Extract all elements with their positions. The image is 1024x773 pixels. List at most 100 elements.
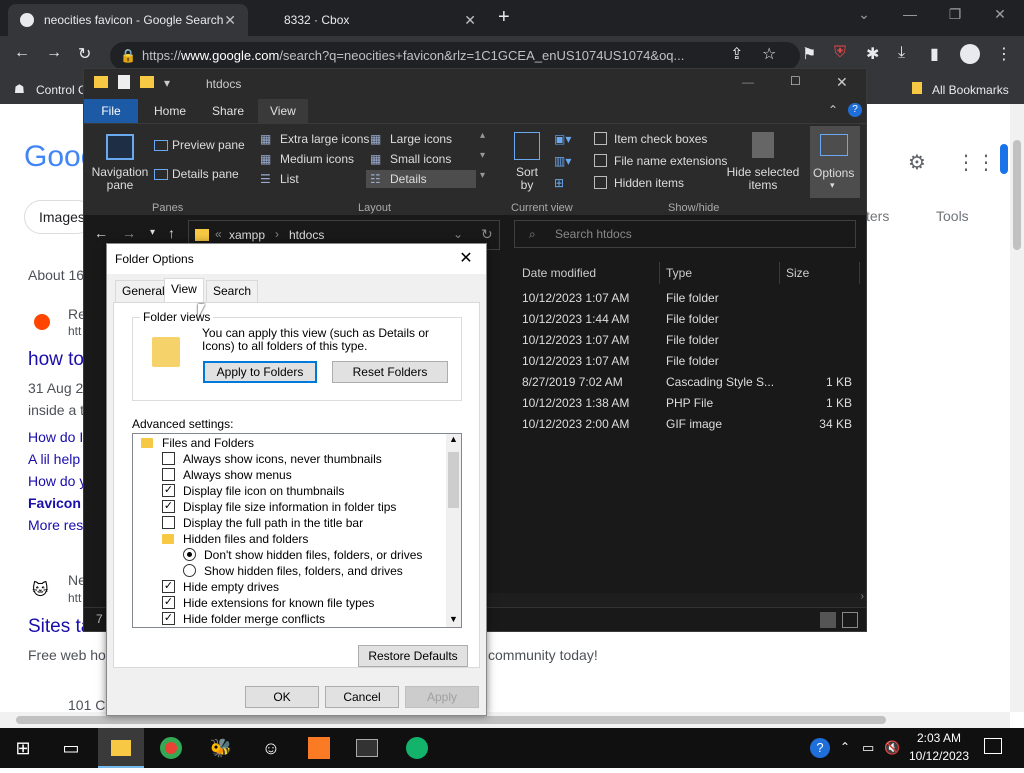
checkbox[interactable]: [162, 452, 175, 465]
terminal-taskbar-icon[interactable]: [344, 728, 390, 768]
radio-button[interactable]: [183, 548, 196, 561]
close-tab-icon[interactable]: ✕: [224, 12, 236, 29]
network-icon[interactable]: ▭: [862, 740, 874, 756]
properties-icon[interactable]: [118, 75, 130, 89]
layout-medium-icons[interactable]: Medium icons: [280, 152, 354, 166]
settings-radio-option[interactable]: Don't show hidden files, folders, or dri…: [133, 547, 445, 563]
list-scrollbar[interactable]: ▲ ▼: [446, 434, 461, 627]
sublink[interactable]: How do I: [28, 429, 83, 445]
file-row[interactable]: 10/12/2023 1:07 AM File folder: [514, 288, 866, 309]
hidden-items-checkbox[interactable]: [594, 176, 607, 189]
scroll-thumb[interactable]: [448, 452, 459, 508]
tab-search[interactable]: Search: [206, 280, 259, 302]
tab-search-icon[interactable]: ⌄: [844, 6, 884, 23]
reset-folders-button[interactable]: Reset Folders: [332, 361, 448, 383]
layout-list[interactable]: List: [280, 172, 299, 186]
address-bar[interactable]: 🔒 https://www.google.com/search?q=neocit…: [110, 42, 800, 70]
reload-icon[interactable]: ↻: [78, 44, 91, 64]
group-by-icon[interactable]: ▣▾: [554, 132, 571, 146]
back-icon[interactable]: ←: [94, 225, 108, 241]
ribbon-tab-home[interactable]: Home: [142, 99, 198, 123]
flag-icon[interactable]: ⚑: [802, 44, 816, 64]
browser-tab-active[interactable]: neocities favicon - Google Search ✕: [8, 4, 248, 36]
layout-large-icons[interactable]: Large icons: [390, 132, 452, 146]
menu-icon[interactable]: ⋮: [996, 44, 1012, 64]
close-icon[interactable]: ✕: [452, 246, 480, 272]
details-view-icon[interactable]: [820, 612, 836, 628]
large-icons-view-icon[interactable]: [842, 612, 858, 628]
result-title[interactable]: how to: [28, 349, 84, 371]
profile-avatar[interactable]: [960, 44, 980, 64]
checkbox[interactable]: [162, 468, 175, 481]
add-columns-icon[interactable]: ▥▾: [554, 154, 571, 168]
apps-grid-icon[interactable]: ⋮⋮: [956, 150, 996, 175]
refresh-icon[interactable]: ↻: [481, 226, 493, 243]
sublink[interactable]: More res: [28, 517, 83, 533]
settings-checkbox-option[interactable]: Always show menus: [133, 467, 445, 483]
task-view-icon[interactable]: ▭: [48, 728, 94, 768]
chrome-taskbar-icon[interactable]: [148, 728, 194, 768]
file-row[interactable]: 10/12/2023 1:07 AM File folder: [514, 330, 866, 351]
settings-checkbox-option[interactable]: ✓ Hide extensions for known file types: [133, 595, 445, 611]
bookmark-star-icon[interactable]: ☆: [762, 44, 776, 64]
file-explorer-taskbar-icon[interactable]: [98, 728, 144, 768]
restore-icon[interactable]: ❐: [935, 6, 975, 23]
column-date-modified[interactable]: Date modified: [516, 262, 660, 284]
up-icon[interactable]: ↑: [168, 225, 175, 241]
sublink[interactable]: How do y: [28, 473, 86, 489]
windows-start-icon[interactable]: ⊞: [0, 728, 46, 768]
show-hidden-icons-icon[interactable]: ⌃: [840, 740, 850, 754]
apply-button[interactable]: Apply: [405, 686, 479, 708]
shield-extension-icon[interactable]: ⛨: [834, 44, 846, 62]
xampp-taskbar-icon[interactable]: [296, 728, 342, 768]
expand-gallery-icon[interactable]: ▾: [480, 170, 485, 181]
advanced-settings-list[interactable]: Files and Folders Always show icons, neve…: [132, 433, 462, 628]
scroll-thumb[interactable]: [1013, 140, 1021, 250]
forward-icon[interactable]: →: [46, 44, 62, 62]
layout-small-icons[interactable]: Small icons: [390, 152, 451, 166]
settings-checkbox-option[interactable]: ✓ Display file size information in folder…: [133, 499, 445, 515]
horizontal-scrollbar[interactable]: ›: [488, 591, 866, 607]
path-overflow-icon[interactable]: «: [215, 227, 222, 241]
extensions-icon[interactable]: ✱: [866, 44, 879, 64]
settings-checkbox-option[interactable]: ✓ Hide folder merge conflicts: [133, 611, 445, 627]
search-box[interactable]: ⌕ Search htdocs: [514, 220, 856, 248]
path-dropdown-icon[interactable]: ⌄: [453, 227, 463, 241]
item-check-boxes-label[interactable]: Item check boxes: [614, 132, 707, 146]
new-tab-button[interactable]: +: [498, 6, 510, 29]
close-window-icon[interactable]: ✕: [980, 6, 1020, 23]
clock-date[interactable]: 10/12/2023: [906, 749, 972, 763]
side-panel-icon[interactable]: ▮: [930, 44, 939, 64]
forward-icon[interactable]: →: [122, 225, 136, 241]
maximize-icon[interactable]: ☐: [790, 74, 801, 88]
restore-defaults-button[interactable]: Restore Defaults: [358, 645, 468, 667]
scroll-right-icon[interactable]: ›: [861, 591, 864, 602]
file-name-extensions-checkbox[interactable]: [594, 154, 607, 167]
close-icon[interactable]: ✕: [836, 74, 848, 91]
file-row[interactable]: 10/12/2023 1:44 AM File folder: [514, 309, 866, 330]
settings-checkbox-option[interactable]: ✓ Hide empty drives: [133, 579, 445, 595]
file-row[interactable]: 10/12/2023 1:38 AM PHP File 1 KB: [514, 393, 866, 414]
checkbox[interactable]: ✓: [162, 580, 175, 593]
sort-by-button[interactable]: Sort by: [512, 166, 542, 192]
ribbon-tab-view[interactable]: View: [258, 99, 308, 123]
apply-to-folders-button[interactable]: Apply to Folders: [203, 361, 317, 383]
breadcrumb-xampp[interactable]: xampp: [229, 228, 265, 242]
minimize-icon[interactable]: —: [742, 75, 754, 89]
help-icon[interactable]: ?: [848, 103, 862, 117]
sublink[interactable]: A lil help: [28, 451, 80, 467]
scroll-up-icon[interactable]: ▲: [449, 434, 458, 444]
settings-checkbox-option[interactable]: Always show icons, never thumbnails: [133, 451, 445, 467]
hide-selected-items-button[interactable]: Hide selected items: [724, 166, 802, 192]
share-icon[interactable]: ⇪: [730, 44, 743, 64]
scroll-thumb[interactable]: [16, 716, 886, 724]
navigation-pane-button[interactable]: Navigation pane: [90, 166, 150, 192]
checkbox[interactable]: ✓: [162, 484, 175, 497]
volume-muted-icon[interactable]: 🔇: [884, 740, 900, 756]
sign-in-button[interactable]: [1000, 144, 1008, 174]
ok-button[interactable]: OK: [245, 686, 319, 708]
scroll-down-icon[interactable]: ▼: [449, 614, 458, 624]
settings-checkbox-option[interactable]: ✓ Display file icon on thumbnails: [133, 483, 445, 499]
preview-pane-button[interactable]: Preview pane: [172, 138, 245, 152]
options-button[interactable]: Options ▾: [810, 126, 860, 198]
